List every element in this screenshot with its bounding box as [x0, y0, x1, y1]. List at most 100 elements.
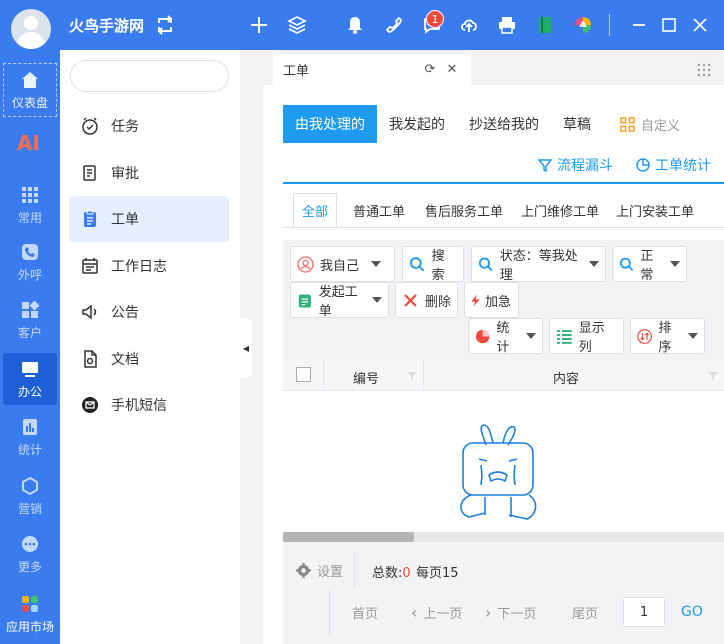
first-page-button[interactable]: 首页 — [352, 595, 378, 629]
self-filter-dropdown[interactable]: 我自己 — [290, 246, 395, 282]
subnav-item-workorder[interactable]: 工单 — [69, 196, 229, 242]
plus-icon[interactable] — [247, 13, 271, 37]
settings-label: 设置 — [317, 565, 344, 580]
ai-logo[interactable]: AI — [17, 131, 40, 155]
show-columns-button[interactable]: 显示列 — [549, 318, 624, 355]
colorful-app-icon[interactable] — [571, 13, 595, 37]
flow-funnel-link[interactable]: 流程漏斗 — [538, 155, 613, 175]
toolbar-area: 我自己 搜索 状态：等我处理 正常 发起工单 删除 加急 统计 显示列 排序 — [283, 240, 724, 360]
create-label: 发起工单 — [318, 285, 358, 319]
subnav-item-approval[interactable]: 审批 — [69, 150, 229, 196]
nav-label: 外呼 — [17, 267, 42, 282]
stats-dropdown[interactable]: 统计 — [468, 318, 543, 355]
normal-filter-dropdown[interactable]: 正常 — [612, 246, 687, 283]
collapse-sidebar-button[interactable]: ◀ — [240, 318, 252, 378]
prev-page-button[interactable]: ‹ 上一页 — [411, 595, 462, 629]
nav-more[interactable]: 更多 — [3, 528, 57, 580]
printer-icon[interactable] — [495, 13, 519, 37]
workorder-stats-link[interactable]: 工单统计 — [636, 155, 711, 175]
minimize-icon[interactable] — [627, 13, 651, 37]
table-footer: 设置 总数:0 每页15 首页 ‹ 上一页 › 下一页 尾页 1 GO — [283, 542, 724, 644]
columns-icon — [556, 329, 572, 344]
first-label: 首页 — [352, 606, 379, 622]
user-avatar[interactable] — [11, 9, 51, 49]
subnav-item-announcement[interactable]: 公告 — [69, 289, 229, 335]
subnav-item-task[interactable]: 任务 — [69, 103, 229, 149]
nav-customer[interactable]: 客户 — [3, 294, 57, 346]
settings-button[interactable]: 设置 — [296, 561, 343, 580]
select-all-checkbox[interactable] — [296, 367, 311, 382]
subnav-search-input[interactable] — [70, 60, 229, 92]
horizontal-scrollbar[interactable] — [283, 532, 724, 542]
lightning-icon — [471, 294, 480, 306]
nav-statistics[interactable]: 统计 — [3, 411, 57, 463]
next-page-button[interactable]: › 下一页 — [485, 595, 536, 629]
home-icon — [22, 71, 38, 88]
tab-workorder[interactable]: 工单 ⟳ ✕ — [273, 54, 471, 85]
subnav-item-worklog[interactable]: 工作日志 — [69, 243, 229, 289]
search-button[interactable]: 搜索 — [402, 246, 464, 283]
filter-icon[interactable] — [708, 371, 718, 381]
filter-icon[interactable] — [407, 371, 417, 381]
nav-dashboard[interactable]: 仪表盘 — [3, 63, 57, 117]
subnav-label: 任务 — [111, 119, 139, 135]
custom-button[interactable]: 自定义 — [620, 115, 680, 134]
tab-cc-to-me[interactable]: 抄送给我的 — [457, 105, 551, 143]
app-title: 火鸟手游网 — [69, 17, 145, 35]
bell-icon[interactable] — [343, 13, 367, 37]
sort-dropdown[interactable]: 排序 — [630, 318, 705, 355]
nav-office[interactable]: 办公 — [3, 353, 57, 405]
bar-chart-icon — [23, 418, 37, 435]
cloud-upload-icon[interactable] — [457, 13, 481, 37]
prev-label: 上一页 — [423, 606, 463, 622]
delete-button[interactable]: 删除 — [395, 282, 458, 318]
scroll-thumb[interactable] — [283, 532, 414, 542]
subtab-after-sales[interactable]: 售后服务工单 — [417, 193, 511, 227]
book-icon[interactable] — [533, 13, 557, 37]
subtab-repair[interactable]: 上门维修工单 — [513, 193, 607, 227]
search-icon — [478, 257, 493, 271]
self-label: 我自己 — [320, 258, 360, 274]
apps-grid-icon[interactable] — [696, 62, 712, 78]
nav-common[interactable]: 常用 — [3, 179, 57, 231]
close-icon[interactable] — [688, 13, 712, 37]
grid-icon — [22, 186, 38, 203]
nav-outbound[interactable]: 外呼 — [3, 236, 57, 288]
subnav-item-docs[interactable]: 文档 — [69, 336, 229, 382]
nav-app-market[interactable]: 应用市场 — [3, 588, 57, 640]
nav-label: 常用 — [17, 210, 42, 225]
nav-marketing[interactable]: 营销 — [3, 470, 57, 522]
create-workorder-dropdown[interactable]: 发起工单 — [290, 282, 389, 319]
layers-icon[interactable] — [285, 13, 309, 37]
notification-badge: 1 — [426, 10, 444, 28]
phone-icon — [22, 243, 38, 260]
subtab-divider — [283, 227, 724, 228]
status-filter-dropdown[interactable]: 状态：等我处理 — [471, 246, 606, 283]
refresh-icon[interactable]: ⟳ — [423, 62, 437, 77]
subtab-all[interactable]: 全部 — [293, 193, 338, 227]
nav-label: 办公 — [17, 384, 42, 399]
last-page-button[interactable]: 尾页 — [572, 595, 598, 629]
urgent-button[interactable]: 加急 — [464, 282, 519, 318]
column-header-number[interactable]: 编号 — [353, 368, 379, 387]
subtab-normal[interactable]: 普通工单 — [345, 193, 413, 227]
clipboard-icon — [83, 165, 96, 181]
maximize-icon[interactable] — [657, 13, 681, 37]
tab-drafts[interactable]: 草稿 — [551, 105, 603, 143]
tab-handled-by-me[interactable]: 由我处理的 — [283, 105, 377, 143]
main-panel: 由我处理的 我发起的 抄送给我的 草稿 自定义 流程漏斗 工单统计 全部 普通工… — [263, 85, 724, 644]
search-label: 搜索 — [431, 249, 445, 283]
go-button[interactable]: GO — [681, 604, 703, 620]
subtab-install[interactable]: 上门安装工单 — [608, 193, 702, 227]
switch-icon[interactable] — [153, 13, 177, 37]
subnav-item-sms[interactable]: 手机短信 — [69, 382, 229, 428]
phone-call-icon[interactable] — [382, 13, 406, 37]
total-label: 总数: — [372, 566, 403, 581]
tab-initiated-by-me[interactable]: 我发起的 — [377, 105, 457, 143]
column-header-content[interactable]: 内容 — [553, 368, 579, 387]
close-tab-icon[interactable]: ✕ — [445, 62, 459, 77]
stats-label: 工单统计 — [655, 158, 711, 174]
search-icon — [409, 256, 425, 272]
custom-grid-icon — [620, 117, 635, 132]
page-number-input[interactable]: 1 — [623, 597, 665, 627]
